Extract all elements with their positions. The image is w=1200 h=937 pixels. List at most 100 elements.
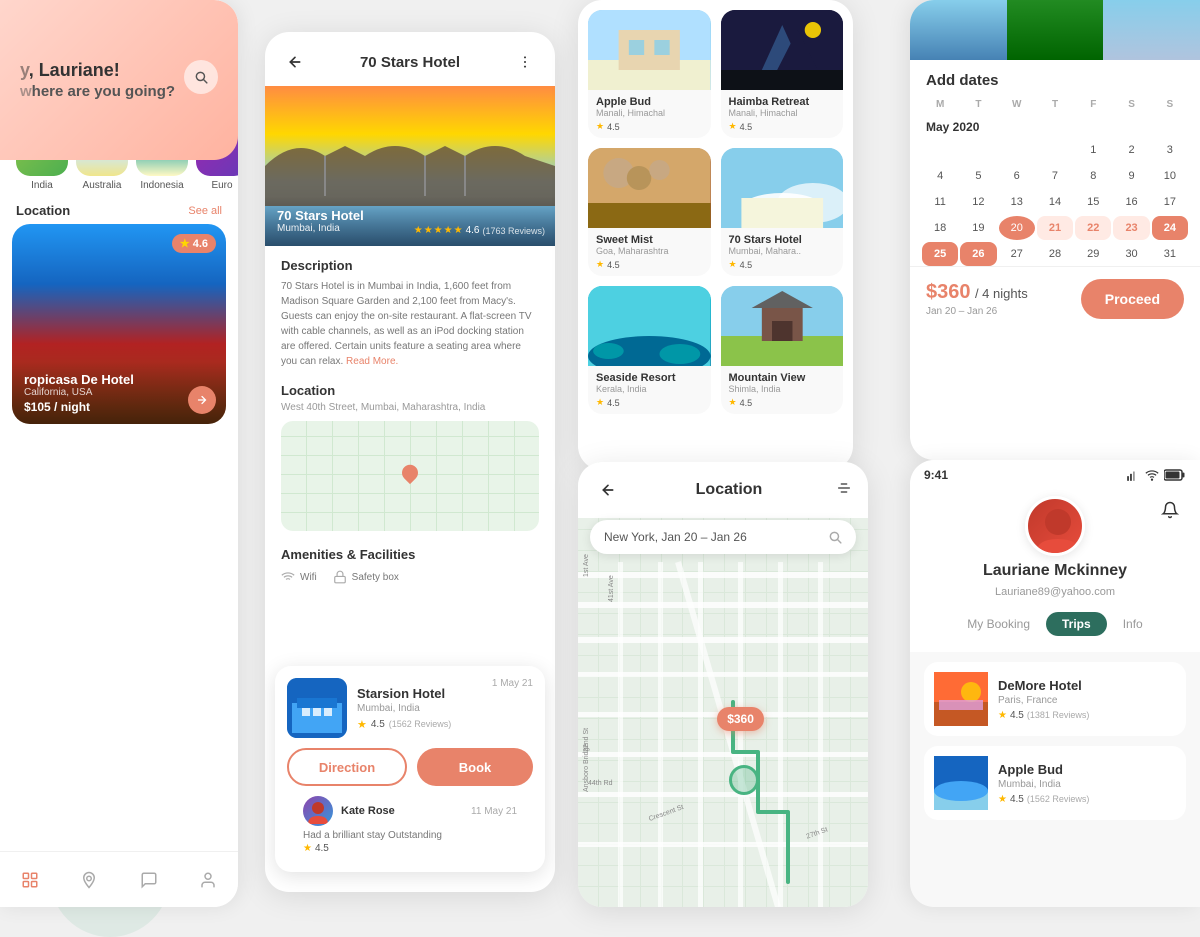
weekday-t1: T — [960, 95, 996, 114]
cal-day-14[interactable]: 14 — [1037, 190, 1073, 214]
cal-day-31[interactable]: 31 — [1152, 242, 1188, 266]
cal-day-26[interactable]: 26 — [960, 242, 996, 266]
hotel-card-6[interactable]: Mountain View Shimla, India ★ 4.5 — [721, 286, 844, 414]
haimba-name: Haimba Retreat — [729, 96, 836, 108]
cal-day-1[interactable]: 1 — [1075, 138, 1111, 162]
70-stars-info: 70 Stars Hotel Mumbai, Mahara.. ★ 4.5 — [721, 228, 844, 276]
cal-day-30[interactable]: 30 — [1113, 242, 1149, 266]
cal-empty-1 — [922, 138, 958, 162]
hotel-map-preview[interactable] — [281, 421, 539, 531]
demore-thumbnail — [934, 672, 988, 726]
demore-rating: ★ 4.5 (1381 Reviews) — [998, 710, 1176, 721]
starsion-rating: ★ 4.5 (1562 Reviews) — [357, 718, 482, 731]
cal-day-13[interactable]: 13 — [999, 190, 1035, 214]
review-rating-num: 4.5 — [315, 843, 329, 854]
cal-day-8[interactable]: 8 — [1075, 164, 1111, 188]
cal-day-21[interactable]: 21 — [1037, 216, 1073, 240]
cal-day-10[interactable]: 10 — [1152, 164, 1188, 188]
back-button[interactable] — [281, 48, 309, 76]
cal-day-6[interactable]: 6 — [999, 164, 1035, 188]
starsion-thumbnail — [287, 678, 347, 738]
booking-demore-hotel[interactable]: DeMore Hotel Paris, France ★ 4.5 (1381 R… — [924, 662, 1186, 736]
cal-day-16[interactable]: 16 — [1113, 190, 1149, 214]
direction-button[interactable]: Direction — [287, 748, 407, 786]
sweet-mist-name: Sweet Mist — [596, 234, 703, 246]
cal-day-5[interactable]: 5 — [960, 164, 996, 188]
hotel-card-sweet-mist[interactable]: Sweet Mist Goa, Maharashtra ★ 4.5 — [588, 148, 711, 276]
review-rating: ★ 4.5 — [303, 843, 517, 854]
map-price-tag: $360 — [717, 707, 764, 731]
cal-image-3 — [1103, 0, 1200, 60]
cal-day-27[interactable]: 27 — [999, 242, 1035, 266]
booking-date: 1 May 21 — [492, 678, 533, 689]
bookings-list: DeMore Hotel Paris, France ★ 4.5 (1381 R… — [910, 652, 1200, 830]
nav-messages[interactable] — [133, 864, 165, 896]
cal-day-23[interactable]: 23 — [1113, 216, 1149, 240]
map-filter-icon[interactable] — [836, 480, 852, 501]
location-section-header: Location See all — [0, 191, 238, 224]
cal-day-17[interactable]: 17 — [1152, 190, 1188, 214]
cal-day-3[interactable]: 3 — [1152, 138, 1188, 162]
more-options-button[interactable] — [511, 48, 539, 76]
nav-map[interactable] — [73, 864, 105, 896]
tab-info[interactable]: Info — [1115, 613, 1151, 635]
status-bar: 9:41 — [910, 460, 1200, 486]
70-stars-rating-num: 4.5 — [740, 260, 753, 270]
cal-day-29[interactable]: 29 — [1075, 242, 1111, 266]
cal-day-2[interactable]: 2 — [1113, 138, 1149, 162]
cal-day-20[interactable]: 20 — [999, 216, 1035, 240]
tab-trips[interactable]: Trips — [1046, 612, 1107, 636]
cal-day-28[interactable]: 28 — [1037, 242, 1073, 266]
weekday-s1: S — [1113, 95, 1149, 114]
reviewer-avatar — [303, 796, 333, 826]
hotel-detail-panel: 70 Stars Hotel 70 Stars Hotel Mumbai, In… — [265, 32, 555, 892]
hotel-card-haimba[interactable]: Haimba Retreat Manali, Himachal ★ 4.5 — [721, 10, 844, 138]
cal-day-12[interactable]: 12 — [960, 190, 996, 214]
cal-day-19[interactable]: 19 — [960, 216, 996, 240]
cal-day-22[interactable]: 22 — [1075, 216, 1111, 240]
search-button[interactable] — [184, 60, 218, 94]
featured-hotel-card[interactable]: ★ 4.6 ropicasa De Hotel California, USA … — [12, 224, 226, 424]
cal-day-9[interactable]: 9 — [1113, 164, 1149, 188]
apple-bud-profile-rating: ★ 4.5 (1562 Reviews) — [998, 794, 1176, 805]
review-row: Kate Rose 11 May 21 — [303, 796, 517, 826]
location-title: Location — [16, 203, 70, 218]
tab-my-booking[interactable]: My Booking — [959, 613, 1038, 635]
cal-day-11[interactable]: 11 — [922, 190, 958, 214]
map-search-bar[interactable]: New York, Jan 20 – Jan 26 — [590, 520, 856, 554]
location-section-title: Location — [281, 383, 539, 398]
nav-profile[interactable] — [192, 864, 224, 896]
cal-day-7[interactable]: 7 — [1037, 164, 1073, 188]
cal-empty-4 — [1037, 138, 1073, 162]
starsion-hotel-card: Starsion Hotel Mumbai, India ★ 4.5 (1562… — [275, 666, 545, 872]
cal-day-15[interactable]: 15 — [1075, 190, 1111, 214]
hero-rating-num: 4.6 — [466, 225, 480, 236]
notification-bell-icon[interactable] — [1156, 496, 1184, 524]
weekday-t2: T — [1037, 95, 1073, 114]
cal-day-25[interactable]: 25 — [922, 242, 958, 266]
hotel-hero-image: 70 Stars Hotel Mumbai, India ★★★★★ 4.6 (… — [265, 86, 555, 246]
hotel-card-info-row: Starsion Hotel Mumbai, India ★ 4.5 (1562… — [287, 678, 533, 738]
cal-image-1 — [910, 0, 1007, 60]
hotel-location-section: Location West 40th Street, Mumbai, Mahar… — [265, 375, 555, 539]
book-button[interactable]: Book — [417, 748, 533, 786]
see-all-button[interactable]: See all — [188, 205, 222, 217]
panel1-header: y, Lauriane! where are you going? — [0, 0, 238, 116]
signal-icon — [1126, 468, 1140, 482]
booking-apple-bud[interactable]: Apple Bud Mumbai, India ★ 4.5 (1562 Revi… — [924, 746, 1186, 820]
cal-day-18[interactable]: 18 — [922, 216, 958, 240]
cal-day-24[interactable]: 24 — [1152, 216, 1188, 240]
map-back-button[interactable] — [594, 476, 622, 504]
sweet-mist-rating: ★ 4.5 — [596, 259, 703, 270]
featured-arrow-button[interactable] — [188, 386, 216, 414]
demore-rating-num: 4.5 — [1010, 710, 1024, 721]
cal-day-4[interactable]: 4 — [922, 164, 958, 188]
read-more-link[interactable]: Read More. — [346, 356, 398, 367]
hotel-card-5[interactable]: Seaside Resort Kerala, India ★ 4.5 — [588, 286, 711, 414]
hotel-card-70-stars[interactable]: 70 Stars Hotel Mumbai, Mahara.. ★ 4.5 — [721, 148, 844, 276]
featured-badge: ★ 4.6 — [172, 234, 216, 253]
hotel-hero-name: 70 Stars Hotel — [277, 208, 543, 223]
hotel-card-apple-bud[interactable]: Apple Bud Manali, Himachal ★ 4.5 — [588, 10, 711, 138]
proceed-button[interactable]: Proceed — [1081, 279, 1184, 319]
nav-home[interactable] — [14, 864, 46, 896]
